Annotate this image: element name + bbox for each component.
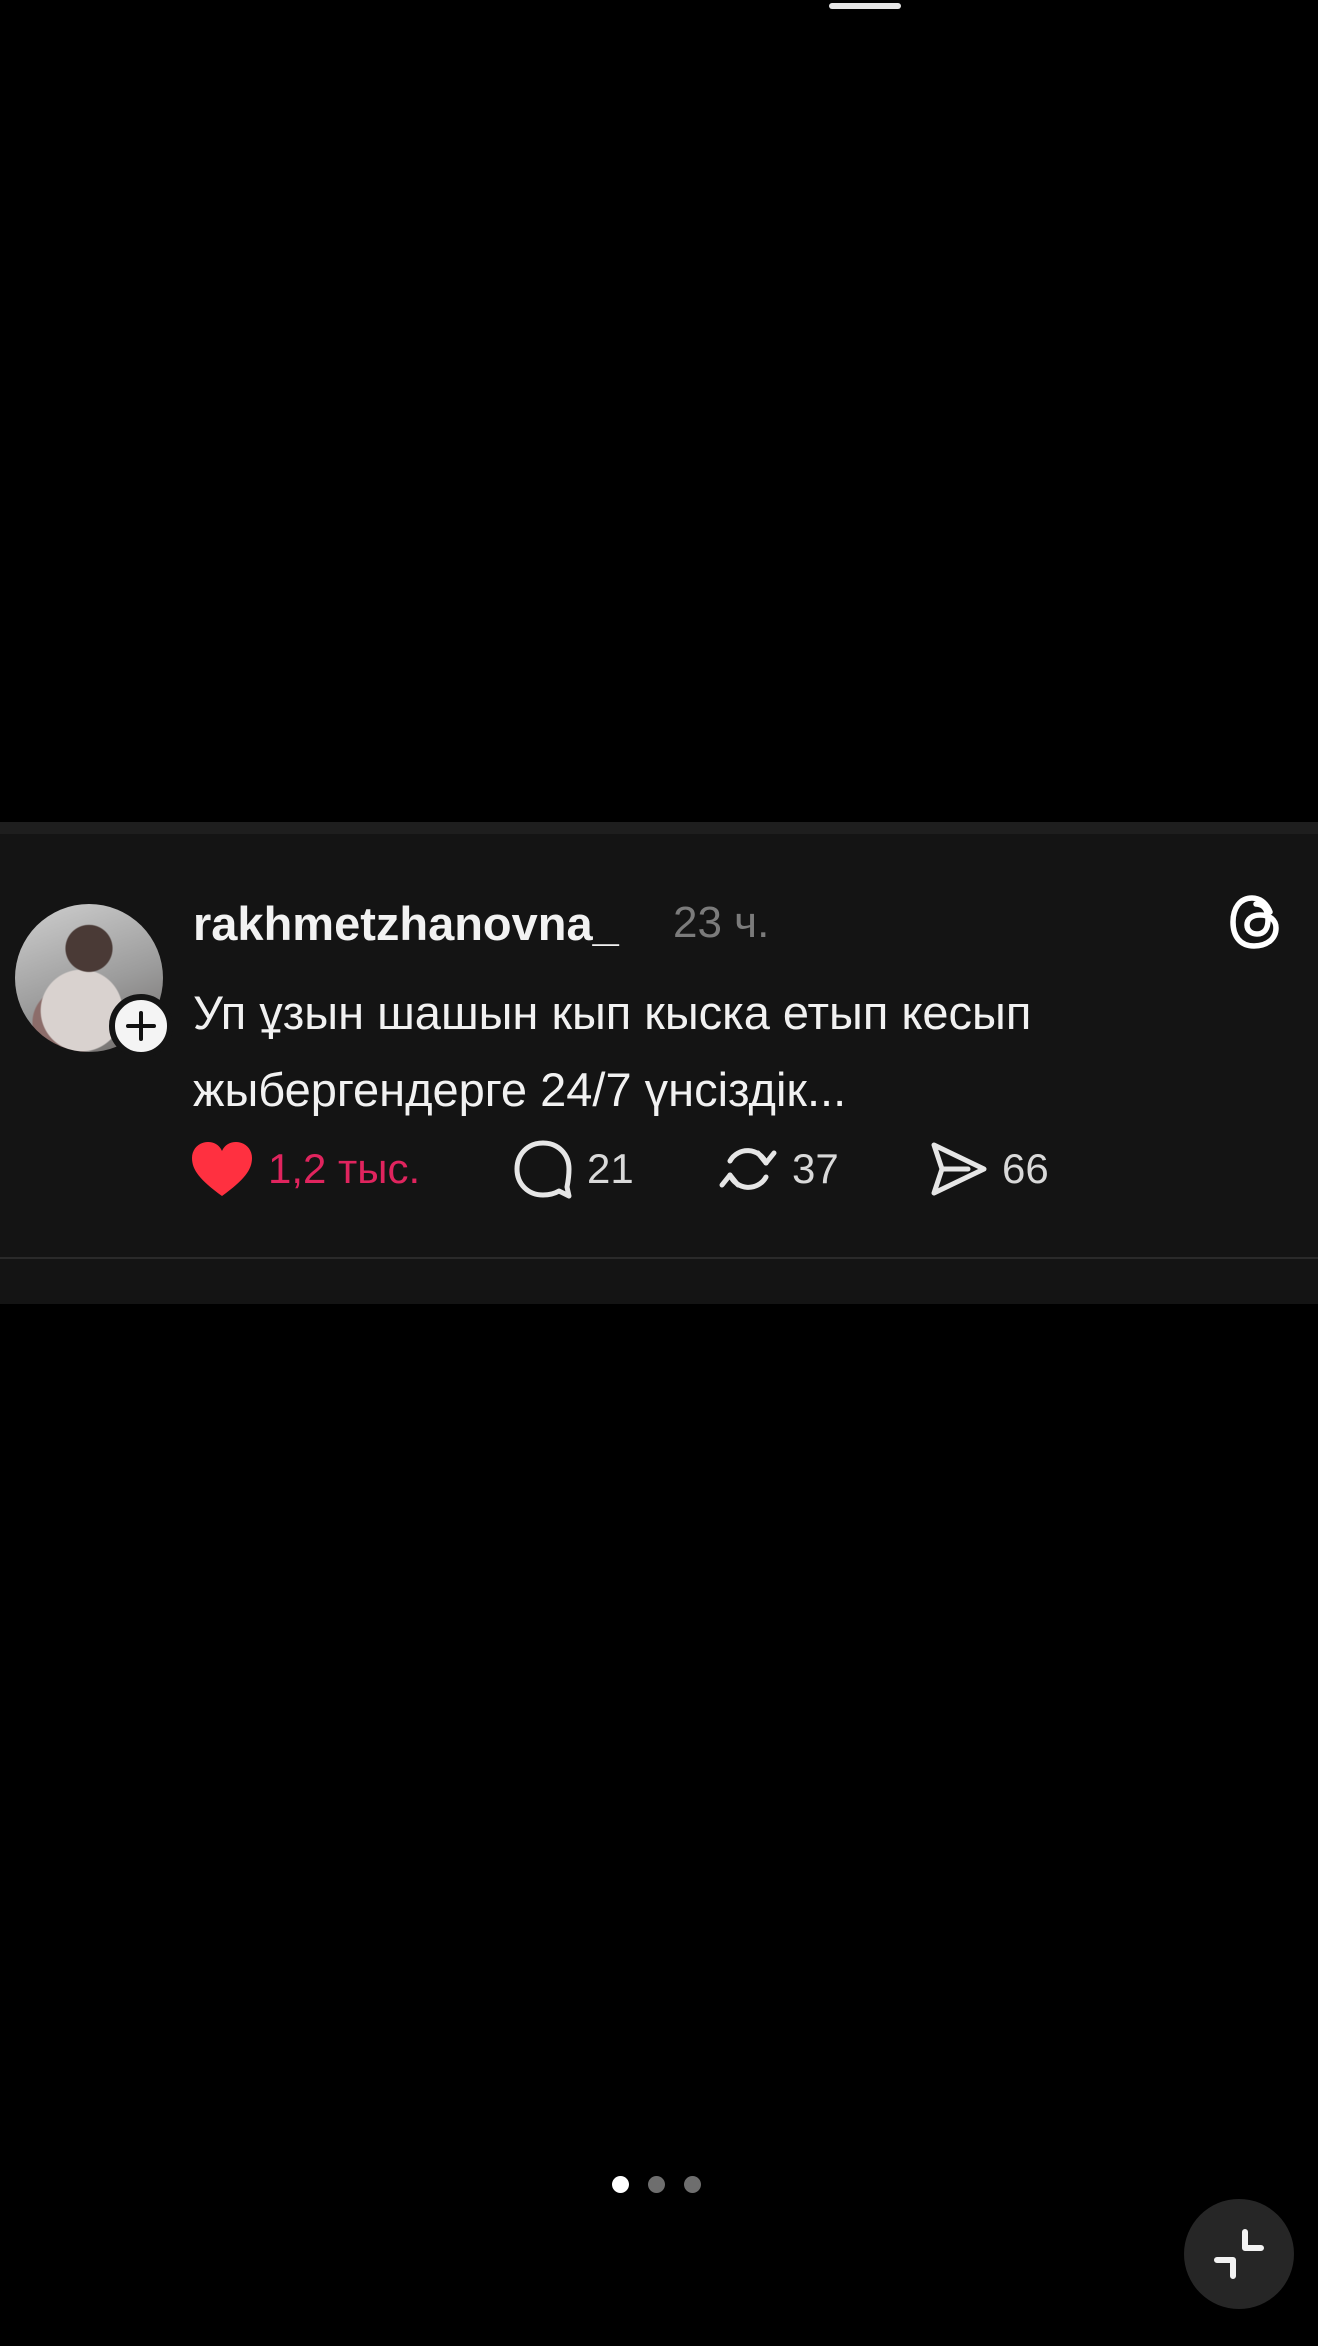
follow-button[interactable] (109, 994, 173, 1058)
repost-button[interactable]: 37 (718, 1134, 839, 1204)
page-dot[interactable] (684, 2176, 701, 2193)
post-card[interactable]: rakhmetzhanovna_ 23 ч. Уп ұзын шашын кып… (0, 822, 1318, 1304)
repost-icon (719, 1148, 777, 1190)
page-dot[interactable] (648, 2176, 665, 2193)
comment-count: 21 (587, 1145, 634, 1192)
heart-icon (192, 1142, 252, 1196)
threads-logo-icon[interactable] (1226, 890, 1286, 954)
like-button[interactable]: 1,2 тыс. (190, 1134, 420, 1204)
post-divider (0, 1257, 1318, 1259)
collapse-button[interactable] (1184, 2199, 1294, 2309)
comment-button[interactable]: 21 (513, 1134, 634, 1204)
share-button[interactable]: 66 (928, 1134, 1049, 1204)
like-count: 1,2 тыс. (268, 1145, 421, 1192)
post-text[interactable]: Уп ұзын шашын кып кыска етып кесып жыбер… (193, 974, 1213, 1128)
repost-count: 37 (792, 1145, 839, 1192)
post-actions: 1,2 тыс. 21 37 66 (0, 1134, 1318, 1204)
send-icon (931, 1142, 987, 1196)
page-indicator (612, 2176, 701, 2196)
top-handle[interactable] (829, 3, 901, 9)
plus-icon (126, 1011, 156, 1041)
page-dot[interactable] (612, 2176, 629, 2193)
username[interactable]: rakhmetzhanovna_ (193, 896, 619, 951)
post-timestamp: 23 ч. (673, 898, 770, 947)
collapse-icon (1214, 2229, 1264, 2279)
share-count: 66 (1002, 1145, 1049, 1192)
comment-bubble-icon (514, 1140, 572, 1199)
